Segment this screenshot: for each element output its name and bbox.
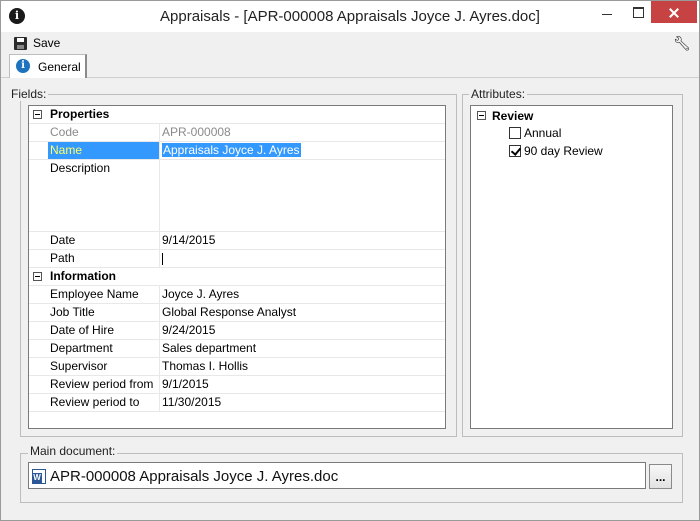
field-label: Path: [50, 251, 75, 265]
field-label: Date of Hire: [50, 323, 115, 337]
selected-text: Appraisals Joyce J. Ayres: [162, 143, 301, 157]
field-label: Name: [48, 142, 159, 159]
tab-strip: i General: [1, 54, 699, 78]
save-label: Save: [33, 36, 61, 50]
field-label: Department: [50, 341, 113, 355]
row-review-period-to[interactable]: Review period to 11/30/2015: [29, 394, 445, 412]
row-job-title[interactable]: Job Title Global Response Analyst: [29, 304, 445, 322]
category-information[interactable]: Information: [29, 268, 445, 286]
row-department[interactable]: Department Sales department: [29, 340, 445, 358]
category-label: Information: [50, 269, 116, 283]
field-label: Review period from: [50, 377, 154, 391]
field-label: Employee Name: [50, 287, 139, 301]
annual-checkbox[interactable]: [509, 127, 521, 139]
field-value[interactable]: 9/14/2015: [159, 232, 445, 249]
field-value[interactable]: Sales department: [159, 340, 445, 357]
field-value[interactable]: 9/1/2015: [159, 376, 445, 393]
field-value: APR-000008: [159, 124, 445, 141]
attribute-label: Annual: [524, 126, 562, 140]
collapse-icon[interactable]: [33, 272, 42, 281]
collapse-icon[interactable]: [477, 111, 486, 120]
appraisal-window: i Appraisals - [APR-000008 Appraisals Jo…: [0, 0, 700, 521]
tree-node-label: Review: [492, 109, 534, 123]
field-value[interactable]: Joyce J. Ayres: [159, 286, 445, 303]
field-label: Description: [50, 161, 111, 175]
field-label: Supervisor: [50, 359, 108, 373]
row-name[interactable]: Name Appraisals Joyce J. Ayres: [29, 142, 445, 160]
word-document-icon: [32, 469, 46, 484]
name-input[interactable]: Appraisals Joyce J. Ayres: [159, 142, 445, 159]
field-value[interactable]: Global Response Analyst: [159, 304, 445, 321]
browse-button[interactable]: ...: [649, 464, 672, 489]
attributes-group-label: Attributes:: [469, 87, 528, 101]
collapse-icon[interactable]: [33, 110, 42, 119]
90-day-review-checkbox[interactable]: [509, 145, 521, 157]
row-employee-name[interactable]: Employee Name Joyce J. Ayres: [29, 286, 445, 304]
property-grid: Properties Code APR-000008 Name Appraisa…: [28, 105, 446, 429]
minimize-button[interactable]: [589, 1, 623, 23]
title-bar: i Appraisals - [APR-000008 Appraisals Jo…: [1, 1, 699, 32]
field-value[interactable]: [159, 160, 445, 231]
save-button[interactable]: Save: [11, 34, 60, 52]
row-review-period-from[interactable]: Review period from 9/1/2015: [29, 376, 445, 394]
document-file-name: APR-000008 Appraisals Joyce J. Ayres.doc: [50, 468, 339, 485]
field-label: Date: [50, 233, 76, 247]
category-properties[interactable]: Properties: [29, 106, 445, 124]
attributes-tree: Review Annual 90 day Review: [470, 105, 673, 429]
maximize-button[interactable]: [621, 1, 655, 23]
info-icon: i: [16, 59, 30, 73]
main-document-label: Main document:: [28, 444, 118, 458]
row-path[interactable]: Path: [29, 250, 445, 268]
row-description[interactable]: Description: [29, 160, 445, 232]
text-cursor: [162, 252, 163, 265]
toolbar: Save 🔧︎: [1, 32, 699, 54]
field-value[interactable]: 9/24/2015: [159, 322, 445, 339]
attribute-label: 90 day Review: [524, 144, 603, 158]
field-label: Job Title: [50, 305, 95, 319]
close-button[interactable]: [651, 1, 697, 23]
main-document-field[interactable]: APR-000008 Appraisals Joyce J. Ayres.doc: [28, 462, 646, 489]
row-supervisor[interactable]: Supervisor Thomas I. Hollis: [29, 358, 445, 376]
category-label: Properties: [50, 107, 110, 121]
tab-label: General: [38, 60, 81, 74]
tab-general[interactable]: i General: [9, 54, 87, 78]
row-code[interactable]: Code APR-000008: [29, 124, 445, 142]
field-label: Review period to: [50, 395, 140, 409]
fields-group-label: Fields:: [9, 87, 49, 101]
row-date-of-hire[interactable]: Date of Hire 9/24/2015: [29, 322, 445, 340]
field-value[interactable]: Thomas I. Hollis: [159, 358, 445, 375]
floppy-disk-icon: [14, 37, 27, 50]
field-value[interactable]: 11/30/2015: [159, 394, 445, 411]
row-date[interactable]: Date 9/14/2015: [29, 232, 445, 250]
wrench-icon[interactable]: 🔧︎: [673, 35, 691, 51]
field-label: Code: [50, 125, 79, 139]
path-input[interactable]: [159, 250, 445, 267]
